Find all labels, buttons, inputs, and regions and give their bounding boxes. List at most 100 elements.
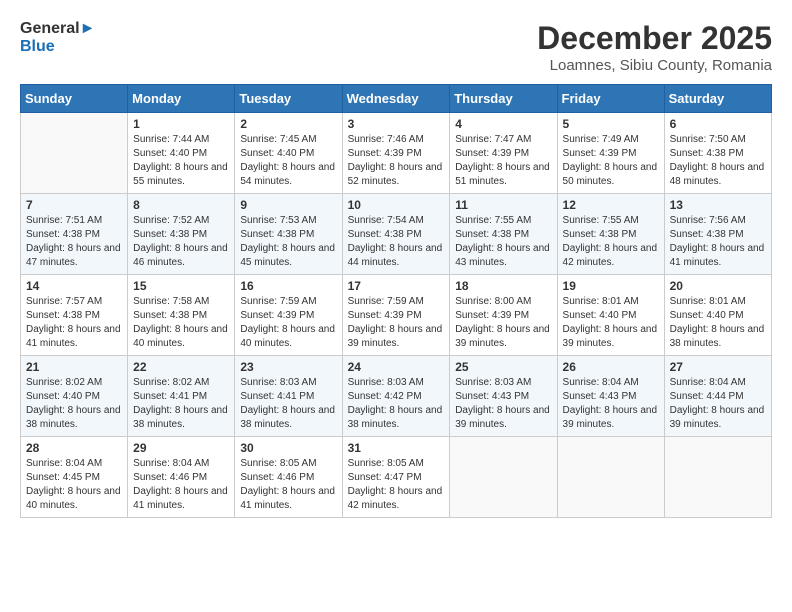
week-row-1: 1 Sunrise: 7:44 AMSunset: 4:40 PMDayligh…: [21, 113, 772, 194]
calendar-cell: 24 Sunrise: 8:03 AMSunset: 4:42 PMDaylig…: [342, 356, 450, 437]
day-info: Sunrise: 7:56 AMSunset: 4:38 PMDaylight:…: [670, 214, 766, 270]
calendar-table: SundayMondayTuesdayWednesdayThursdayFrid…: [20, 84, 772, 518]
page-wrapper: General► Blue December 2025 Loamnes, Sib…: [20, 20, 772, 518]
calendar-cell: 26 Sunrise: 8:04 AMSunset: 4:43 PMDaylig…: [557, 356, 664, 437]
day-number: 29: [133, 441, 229, 455]
calendar-cell: 9 Sunrise: 7:53 AMSunset: 4:38 PMDayligh…: [235, 194, 342, 275]
calendar-cell: 17 Sunrise: 7:59 AMSunset: 4:39 PMDaylig…: [342, 275, 450, 356]
header-day-monday: Monday: [128, 85, 235, 113]
day-info: Sunrise: 7:54 AMSunset: 4:38 PMDaylight:…: [348, 214, 445, 270]
calendar-cell: 15 Sunrise: 7:58 AMSunset: 4:38 PMDaylig…: [128, 275, 235, 356]
day-number: 9: [240, 198, 336, 212]
calendar-cell: 7 Sunrise: 7:51 AMSunset: 4:38 PMDayligh…: [21, 194, 128, 275]
day-number: 24: [348, 360, 445, 374]
header-day-friday: Friday: [557, 85, 664, 113]
calendar-cell: 19 Sunrise: 8:01 AMSunset: 4:40 PMDaylig…: [557, 275, 664, 356]
day-info: Sunrise: 8:05 AMSunset: 4:47 PMDaylight:…: [348, 457, 445, 513]
header-day-sunday: Sunday: [21, 85, 128, 113]
calendar-cell: [557, 437, 664, 518]
day-info: Sunrise: 8:05 AMSunset: 4:46 PMDaylight:…: [240, 457, 336, 513]
day-info: Sunrise: 7:57 AMSunset: 4:38 PMDaylight:…: [26, 295, 122, 351]
day-number: 1: [133, 117, 229, 131]
calendar-cell: 16 Sunrise: 7:59 AMSunset: 4:39 PMDaylig…: [235, 275, 342, 356]
day-number: 22: [133, 360, 229, 374]
day-number: 23: [240, 360, 336, 374]
calendar-cell: 1 Sunrise: 7:44 AMSunset: 4:40 PMDayligh…: [128, 113, 235, 194]
header-day-wednesday: Wednesday: [342, 85, 450, 113]
week-row-3: 14 Sunrise: 7:57 AMSunset: 4:38 PMDaylig…: [21, 275, 772, 356]
header: General► Blue December 2025 Loamnes, Sib…: [20, 20, 772, 74]
day-number: 14: [26, 279, 122, 293]
day-info: Sunrise: 7:47 AMSunset: 4:39 PMDaylight:…: [455, 133, 551, 189]
calendar-cell: 28 Sunrise: 8:04 AMSunset: 4:45 PMDaylig…: [21, 437, 128, 518]
day-info: Sunrise: 8:04 AMSunset: 4:46 PMDaylight:…: [133, 457, 229, 513]
calendar-cell: 4 Sunrise: 7:47 AMSunset: 4:39 PMDayligh…: [450, 113, 557, 194]
calendar-cell: 3 Sunrise: 7:46 AMSunset: 4:39 PMDayligh…: [342, 113, 450, 194]
calendar-cell: 20 Sunrise: 8:01 AMSunset: 4:40 PMDaylig…: [664, 275, 771, 356]
main-title: December 2025: [537, 20, 772, 57]
day-number: 18: [455, 279, 551, 293]
day-info: Sunrise: 8:01 AMSunset: 4:40 PMDaylight:…: [670, 295, 766, 351]
day-number: 5: [563, 117, 659, 131]
day-info: Sunrise: 8:04 AMSunset: 4:45 PMDaylight:…: [26, 457, 122, 513]
day-info: Sunrise: 7:49 AMSunset: 4:39 PMDaylight:…: [563, 133, 659, 189]
day-info: Sunrise: 8:03 AMSunset: 4:42 PMDaylight:…: [348, 376, 445, 432]
day-info: Sunrise: 7:59 AMSunset: 4:39 PMDaylight:…: [348, 295, 445, 351]
day-info: Sunrise: 7:52 AMSunset: 4:38 PMDaylight:…: [133, 214, 229, 270]
day-info: Sunrise: 7:55 AMSunset: 4:38 PMDaylight:…: [455, 214, 551, 270]
day-number: 3: [348, 117, 445, 131]
week-row-5: 28 Sunrise: 8:04 AMSunset: 4:45 PMDaylig…: [21, 437, 772, 518]
day-number: 15: [133, 279, 229, 293]
calendar-cell: [450, 437, 557, 518]
day-number: 8: [133, 198, 229, 212]
calendar-cell: 8 Sunrise: 7:52 AMSunset: 4:38 PMDayligh…: [128, 194, 235, 275]
day-info: Sunrise: 7:59 AMSunset: 4:39 PMDaylight:…: [240, 295, 336, 351]
calendar-cell: [664, 437, 771, 518]
day-number: 28: [26, 441, 122, 455]
day-number: 12: [563, 198, 659, 212]
week-row-4: 21 Sunrise: 8:02 AMSunset: 4:40 PMDaylig…: [21, 356, 772, 437]
day-number: 27: [670, 360, 766, 374]
day-number: 17: [348, 279, 445, 293]
day-info: Sunrise: 7:58 AMSunset: 4:38 PMDaylight:…: [133, 295, 229, 351]
logo: General► Blue: [20, 20, 95, 55]
day-info: Sunrise: 8:00 AMSunset: 4:39 PMDaylight:…: [455, 295, 551, 351]
day-number: 21: [26, 360, 122, 374]
calendar-cell: 22 Sunrise: 8:02 AMSunset: 4:41 PMDaylig…: [128, 356, 235, 437]
day-info: Sunrise: 8:01 AMSunset: 4:40 PMDaylight:…: [563, 295, 659, 351]
header-day-tuesday: Tuesday: [235, 85, 342, 113]
day-number: 25: [455, 360, 551, 374]
day-number: 16: [240, 279, 336, 293]
calendar-cell: 13 Sunrise: 7:56 AMSunset: 4:38 PMDaylig…: [664, 194, 771, 275]
day-number: 13: [670, 198, 766, 212]
day-info: Sunrise: 7:45 AMSunset: 4:40 PMDaylight:…: [240, 133, 336, 189]
calendar-cell: 11 Sunrise: 7:55 AMSunset: 4:38 PMDaylig…: [450, 194, 557, 275]
day-info: Sunrise: 8:02 AMSunset: 4:40 PMDaylight:…: [26, 376, 122, 432]
calendar-cell: 2 Sunrise: 7:45 AMSunset: 4:40 PMDayligh…: [235, 113, 342, 194]
day-number: 7: [26, 198, 122, 212]
day-info: Sunrise: 7:46 AMSunset: 4:39 PMDaylight:…: [348, 133, 445, 189]
calendar-cell: 6 Sunrise: 7:50 AMSunset: 4:38 PMDayligh…: [664, 113, 771, 194]
header-day-saturday: Saturday: [664, 85, 771, 113]
day-number: 19: [563, 279, 659, 293]
calendar-cell: 5 Sunrise: 7:49 AMSunset: 4:39 PMDayligh…: [557, 113, 664, 194]
day-number: 31: [348, 441, 445, 455]
calendar-cell: 21 Sunrise: 8:02 AMSunset: 4:40 PMDaylig…: [21, 356, 128, 437]
calendar-cell: 29 Sunrise: 8:04 AMSunset: 4:46 PMDaylig…: [128, 437, 235, 518]
title-block: December 2025 Loamnes, Sibiu County, Rom…: [537, 20, 772, 74]
calendar-cell: 10 Sunrise: 7:54 AMSunset: 4:38 PMDaylig…: [342, 194, 450, 275]
day-info: Sunrise: 7:55 AMSunset: 4:38 PMDaylight:…: [563, 214, 659, 270]
calendar-cell: 12 Sunrise: 7:55 AMSunset: 4:38 PMDaylig…: [557, 194, 664, 275]
day-number: 4: [455, 117, 551, 131]
day-info: Sunrise: 8:04 AMSunset: 4:44 PMDaylight:…: [670, 376, 766, 432]
day-number: 6: [670, 117, 766, 131]
calendar-cell: 30 Sunrise: 8:05 AMSunset: 4:46 PMDaylig…: [235, 437, 342, 518]
day-number: 26: [563, 360, 659, 374]
calendar-header-row: SundayMondayTuesdayWednesdayThursdayFrid…: [21, 85, 772, 113]
day-info: Sunrise: 7:50 AMSunset: 4:38 PMDaylight:…: [670, 133, 766, 189]
day-info: Sunrise: 8:03 AMSunset: 4:43 PMDaylight:…: [455, 376, 551, 432]
subtitle: Loamnes, Sibiu County, Romania: [537, 57, 772, 74]
day-info: Sunrise: 7:44 AMSunset: 4:40 PMDaylight:…: [133, 133, 229, 189]
calendar-cell: 14 Sunrise: 7:57 AMSunset: 4:38 PMDaylig…: [21, 275, 128, 356]
calendar-cell: 23 Sunrise: 8:03 AMSunset: 4:41 PMDaylig…: [235, 356, 342, 437]
